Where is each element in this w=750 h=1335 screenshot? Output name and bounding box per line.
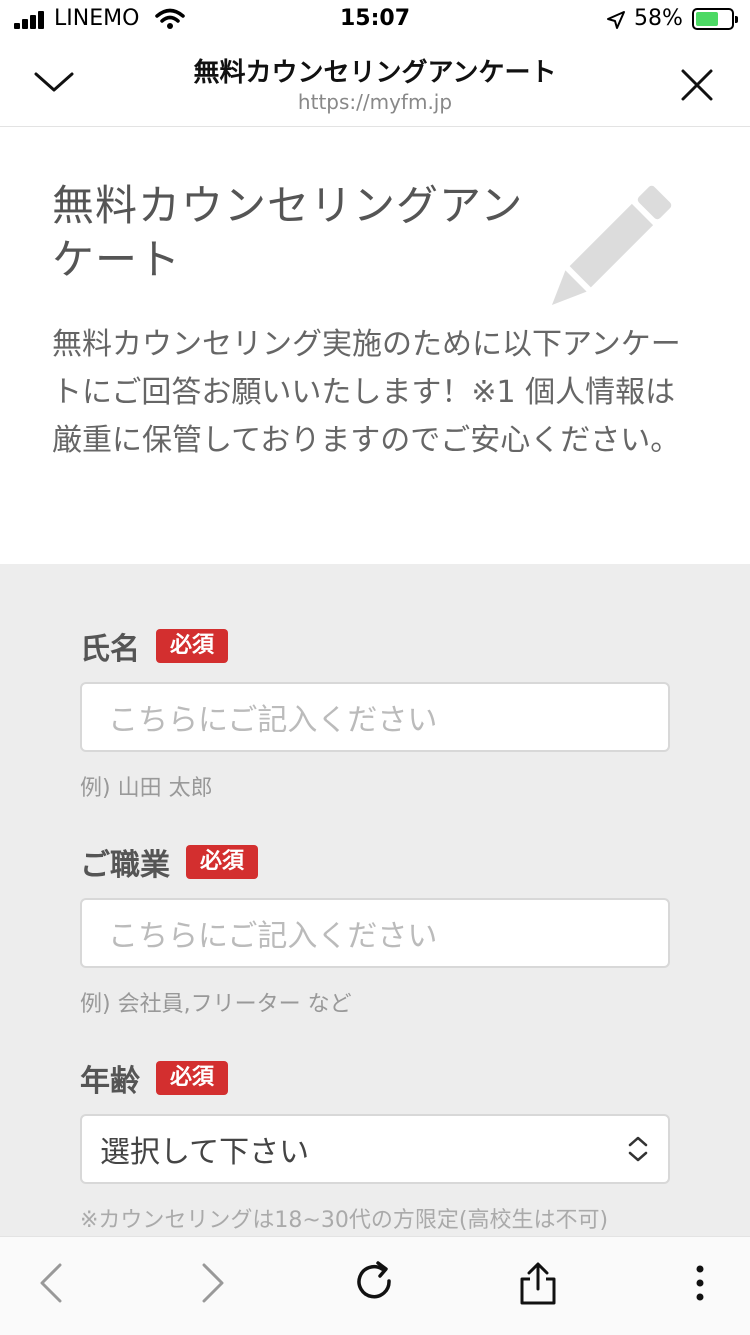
age-label: 年齢: [80, 1064, 140, 1099]
browser-header: 無料カウンセリングアンケート https://myfm.jp: [0, 40, 750, 127]
survey-heading: 無料カウンセリングアンケート: [52, 181, 524, 284]
status-bar: LINEMO 15:07 58%: [0, 0, 750, 40]
reload-icon[interactable]: [354, 1261, 396, 1305]
age-field-group: 年齢 必須 選択して下さい: [80, 1058, 670, 1184]
page-title: 無料カウンセリングアンケート: [193, 58, 557, 88]
name-placeholder: こちらにご記入ください: [108, 703, 438, 738]
battery-percent: 58%: [634, 6, 683, 31]
required-badge: 必須: [156, 1061, 229, 1095]
share-icon[interactable]: [518, 1261, 558, 1307]
occupation-input[interactable]: こちらにご記入ください: [80, 898, 670, 968]
age-selected-value: 選択して下さい: [100, 1135, 310, 1170]
survey-form: 氏名 必須 こちらにご記入ください 例) 山田 太郎 ご職業 必須 こちらにご記…: [0, 564, 750, 1236]
required-badge: 必須: [156, 629, 229, 663]
occupation-field-group: ご職業 必須 こちらにご記入ください 例) 会社員,フリーター など: [80, 842, 670, 1018]
forward-icon[interactable]: [198, 1261, 228, 1305]
name-input[interactable]: こちらにご記入ください: [80, 682, 670, 752]
pencil-icon: [551, 185, 672, 306]
page-url: https://myfm.jp: [297, 90, 453, 114]
required-badge: 必須: [186, 845, 259, 879]
occupation-hint: 例) 会社員,フリーター など: [80, 992, 352, 1017]
age-select[interactable]: 選択して下さい: [80, 1114, 670, 1184]
intro-section: 無料カウンセリングアンケート 無料カウンセリング実施のために以下アンケートにご回…: [0, 127, 750, 564]
name-field-group: 氏名 必須 こちらにご記入ください 例) 山田 太郎: [80, 626, 670, 802]
survey-description: 無料カウンセリング実施のために以下アンケートにご回答お願いいたします！※1 個人…: [52, 327, 681, 458]
occupation-label: ご職業: [80, 848, 170, 883]
occupation-placeholder: こちらにご記入ください: [108, 919, 438, 954]
back-icon[interactable]: [36, 1261, 66, 1305]
location-icon: [607, 11, 625, 29]
battery-icon: [692, 8, 738, 30]
age-note: ※カウンセリングは18~30代の方限定(高校生は不可): [80, 1208, 609, 1233]
close-icon[interactable]: [680, 68, 714, 102]
name-hint: 例) 山田 太郎: [80, 776, 213, 801]
more-icon[interactable]: [690, 1261, 710, 1305]
browser-toolbar: [0, 1236, 750, 1335]
updown-chevron-icon: [628, 1136, 648, 1162]
name-label: 氏名: [80, 632, 140, 667]
